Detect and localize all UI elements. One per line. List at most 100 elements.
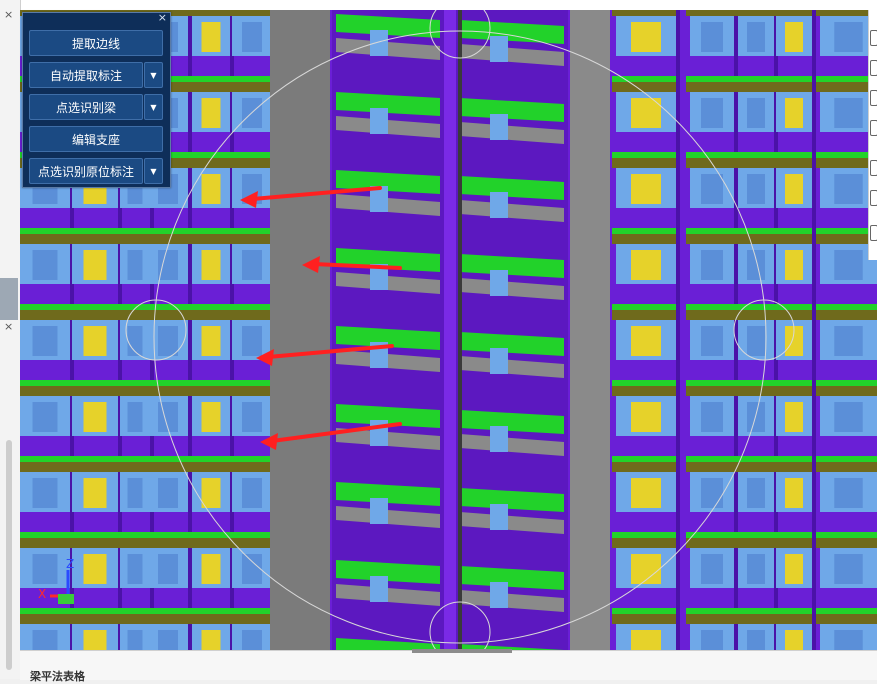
window-opening	[127, 630, 143, 650]
window-opening	[242, 250, 262, 280]
beam-strip	[686, 76, 738, 82]
beam-strip	[612, 532, 680, 538]
window-opening	[834, 250, 863, 280]
window-opening	[127, 478, 143, 508]
beam-strip	[686, 228, 738, 234]
beam-strip	[188, 152, 234, 158]
window-opening	[834, 174, 863, 204]
beam-strip	[68, 228, 122, 234]
top-bar	[0, 0, 877, 10]
window-opening	[701, 174, 723, 204]
beam-strip	[188, 76, 234, 82]
beam-strip	[612, 304, 680, 310]
beam-strip	[816, 532, 877, 538]
window-opening	[834, 98, 863, 128]
beam-strip	[612, 76, 680, 82]
core-opening	[370, 30, 388, 56]
pick-identify-in-situ-annotation-button[interactable]: 点选识别原位标注	[29, 158, 143, 184]
extract-edge-button[interactable]: 提取边线	[29, 30, 163, 56]
beam-strip	[20, 532, 74, 538]
toolbar-icon[interactable]	[870, 225, 877, 241]
window-opening	[32, 478, 58, 508]
wall-band	[772, 10, 816, 16]
window-opening	[127, 402, 143, 432]
core-opening	[490, 192, 508, 218]
window-opening	[785, 554, 803, 584]
window-opening	[201, 402, 221, 432]
toolbar-icon[interactable]	[870, 30, 877, 46]
beam-strip	[612, 228, 680, 234]
beam-strip	[772, 608, 816, 614]
chevron-down-icon[interactable]: ▼	[144, 62, 163, 88]
scrollbar[interactable]	[6, 440, 12, 670]
beam-strip	[144, 380, 192, 386]
window-opening	[201, 250, 221, 280]
window-opening	[158, 554, 178, 584]
dock-tab[interactable]	[0, 278, 18, 320]
close-icon[interactable]: ×	[4, 320, 13, 333]
chevron-down-icon[interactable]: ▼	[144, 158, 163, 184]
beam-strip	[188, 304, 234, 310]
beam-strip	[228, 304, 276, 310]
window-opening	[32, 250, 58, 280]
beam-strip	[228, 228, 276, 234]
beam-strip	[772, 228, 816, 234]
window-opening	[631, 174, 661, 204]
pick-identify-beam-button[interactable]: 点选识别梁	[29, 94, 143, 120]
beam-strip	[20, 456, 74, 462]
toolbar-icon[interactable]	[870, 120, 877, 136]
window-opening	[83, 478, 107, 508]
beam-strip	[686, 152, 738, 158]
beam-strip	[188, 456, 234, 462]
beam-strip	[816, 380, 877, 386]
window-opening	[785, 402, 803, 432]
close-icon[interactable]: ×	[158, 11, 167, 24]
toolbar-icon[interactable]	[870, 190, 877, 206]
window-opening	[631, 22, 661, 52]
right-toolbar-edge	[868, 10, 877, 260]
auto-extract-annotation-button[interactable]: 自动提取标注	[29, 62, 143, 88]
edit-support-button[interactable]: 编辑支座	[29, 126, 163, 152]
toolbar-icon[interactable]	[870, 160, 877, 176]
window-opening	[785, 174, 803, 204]
window-opening	[201, 98, 221, 128]
core-opening	[370, 576, 388, 602]
toolbar-icon[interactable]	[870, 60, 877, 76]
window-opening	[201, 22, 221, 52]
x-axis-label: X	[38, 587, 46, 601]
beam-strip	[144, 456, 192, 462]
beam-strip	[772, 152, 816, 158]
close-icon[interactable]: ×	[4, 8, 13, 21]
wall-band	[612, 10, 680, 16]
window-opening	[747, 250, 765, 280]
beam-strip	[20, 608, 74, 614]
toolbar-icon[interactable]	[870, 90, 877, 106]
beam-strip	[686, 304, 738, 310]
beam-strip	[772, 456, 816, 462]
core-opening	[490, 114, 508, 140]
core-opening	[490, 348, 508, 374]
window-opening	[785, 22, 803, 52]
window-opening	[701, 250, 723, 280]
resize-handle[interactable]	[412, 649, 512, 653]
column-edge	[188, 10, 192, 650]
window-opening	[201, 478, 221, 508]
beam-strip	[188, 380, 234, 386]
beam-strip	[228, 608, 276, 614]
window-opening	[834, 326, 863, 356]
beam-strip	[772, 532, 816, 538]
window-opening	[201, 554, 221, 584]
window-opening	[242, 554, 262, 584]
beam-strip	[612, 456, 680, 462]
window-opening	[242, 630, 262, 650]
window-opening	[701, 98, 723, 128]
core-opening	[370, 420, 388, 446]
beam-strip	[772, 76, 816, 82]
core-opening	[490, 270, 508, 296]
beam-strip	[144, 304, 192, 310]
chevron-down-icon[interactable]: ▼	[144, 94, 163, 120]
window-opening	[242, 402, 262, 432]
beam-strip	[612, 608, 680, 614]
window-opening	[83, 326, 107, 356]
beam-strip	[734, 304, 778, 310]
